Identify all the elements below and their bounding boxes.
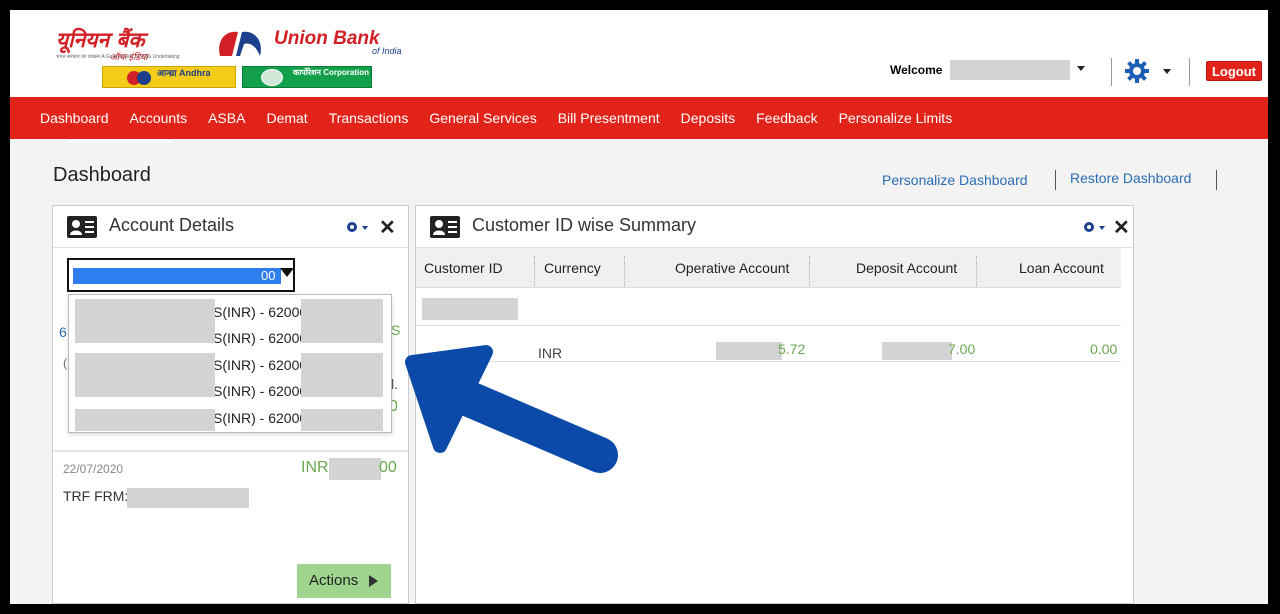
browser-frame: यूनियन बैंक ऑफ इंडिया भारत सरकार का उपक्…	[10, 10, 1268, 604]
annotation-arrow-icon	[405, 345, 618, 473]
